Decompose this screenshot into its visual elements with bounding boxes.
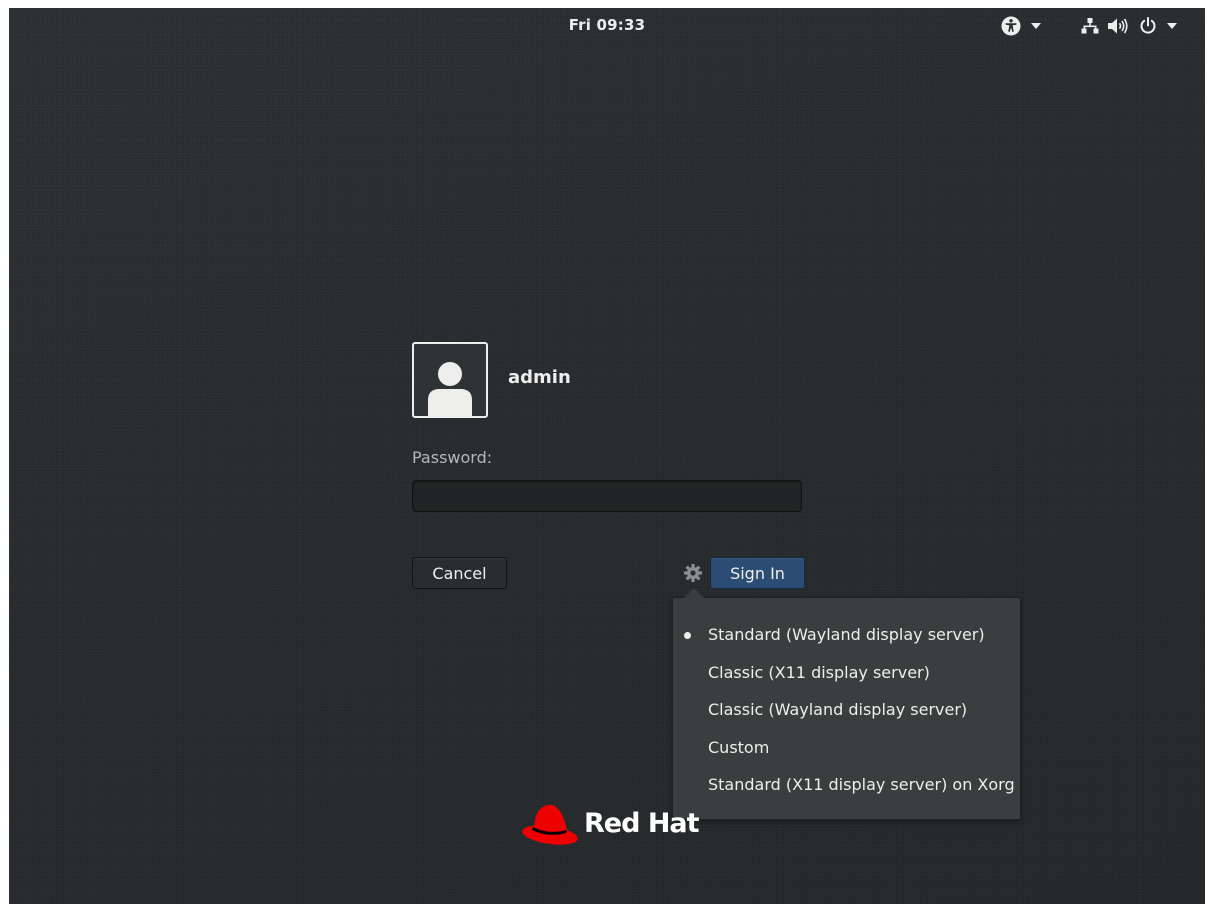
cancel-button[interactable]: Cancel [412, 557, 507, 589]
logo-text: Red Hat [584, 807, 700, 839]
power-icon [1139, 17, 1157, 35]
session-item-label: Standard (Wayland display server) [708, 625, 985, 644]
username-label: admin [508, 367, 571, 388]
session-item-label: Classic (Wayland display server) [708, 700, 968, 719]
session-item-label: Standard (X11 display server) on Xorg [708, 775, 1015, 794]
red-hat-logo: Red Hat [520, 799, 700, 849]
selected-dot-icon [684, 631, 691, 639]
session-item-label: Custom [708, 737, 770, 757]
session-menu: Standard (Wayland display server) Classi… [672, 588, 1021, 820]
password-field[interactable] [412, 480, 802, 512]
avatar [412, 342, 488, 418]
gear-icon[interactable] [683, 563, 703, 583]
chevron-down-icon [1167, 23, 1177, 29]
session-list: Standard (Wayland display server) Classi… [673, 598, 1020, 804]
session-item-classic-x11[interactable]: Classic (X11 display server) [673, 654, 1020, 692]
login-screen: Fri 09:33 admin Password: Cancel Sign In… [9, 8, 1205, 904]
chevron-down-icon [1031, 23, 1041, 29]
session-item-standard-wayland[interactable]: Standard (Wayland display server) [673, 616, 1020, 654]
system-menu[interactable] [1081, 15, 1177, 37]
sign-in-button[interactable]: Sign In [710, 557, 805, 589]
menu-pointer [684, 588, 704, 598]
red-hat-icon [522, 804, 578, 845]
volume-icon [1107, 17, 1129, 35]
accessibility-menu[interactable] [1001, 15, 1041, 37]
password-label: Password: [412, 448, 493, 467]
session-item-label: Classic (X11 display server) [708, 662, 930, 682]
session-item-classic-wayland[interactable]: Classic (Wayland display server) [673, 691, 1020, 729]
user-icon [428, 362, 472, 416]
network-icon [1081, 17, 1099, 35]
session-item-custom[interactable]: Custom [673, 729, 1020, 767]
session-item-standard-x11-xorg[interactable]: Standard (X11 display server) on Xorg [673, 766, 1020, 804]
accessibility-icon [1001, 16, 1021, 36]
